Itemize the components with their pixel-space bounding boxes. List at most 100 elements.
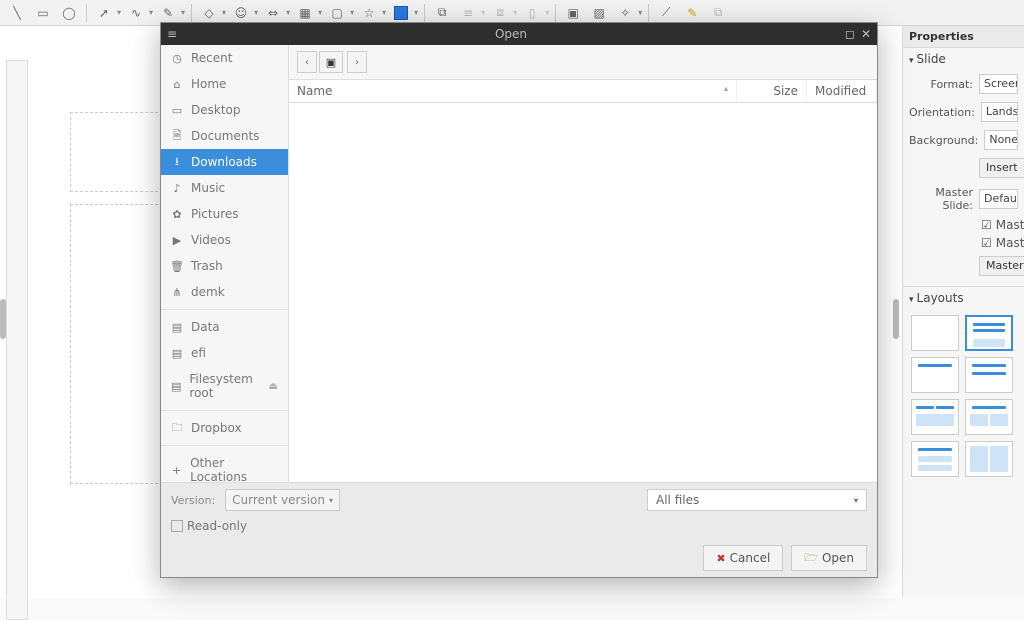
- version-label: Version:: [171, 494, 215, 507]
- sidebar-item-label: Other Locations: [190, 456, 278, 482]
- pictures-icon: ✿: [171, 208, 183, 220]
- open-button[interactable]: 🗁Open: [791, 545, 867, 571]
- insert-image-button[interactable]: Insert: [979, 158, 1024, 178]
- layout-3row[interactable]: [911, 441, 959, 477]
- toolbar-extrude-icon[interactable]: ▣: [562, 2, 584, 24]
- toolbar-ext-icon[interactable]: ⧉: [707, 2, 729, 24]
- master-slide-select[interactable]: Default: [979, 189, 1018, 209]
- dialog-bottom-bar: Version: Current version▾ All files▾ Rea…: [161, 482, 877, 577]
- toolbar-shadow-icon[interactable]: ▨: [588, 2, 610, 24]
- efi-icon: ▤: [171, 347, 183, 359]
- layout-2col-b[interactable]: [965, 399, 1013, 435]
- toolbar-callout-icon[interactable]: ▢: [326, 2, 348, 24]
- toolbar-table-icon[interactable]: ▦: [294, 2, 316, 24]
- sidebar-item-label: Filesystem root: [189, 372, 260, 400]
- sidebar-item-label: Data: [191, 320, 220, 334]
- toolbar-crop-icon[interactable]: ⧉: [431, 2, 453, 24]
- sidebar-item-recent[interactable]: ◷Recent: [161, 45, 288, 71]
- sidebar-item-videos[interactable]: ▶Videos: [161, 227, 288, 253]
- master-bg-checkbox[interactable]: ☑Master: [903, 216, 1024, 234]
- layout-2col[interactable]: [911, 399, 959, 435]
- dialog-titlebar[interactable]: ≡ Open ◻ ✕: [161, 23, 877, 45]
- sidebar-item-demk[interactable]: ⋔demk: [161, 279, 288, 305]
- layout-split[interactable]: [965, 441, 1013, 477]
- layout-title-content[interactable]: [965, 315, 1013, 351]
- version-select[interactable]: Current version▾: [225, 489, 340, 511]
- file-list-header[interactable]: Name Size Modified: [289, 80, 877, 103]
- toolbar-rect-icon[interactable]: ▭: [32, 2, 54, 24]
- master-slide-button[interactable]: Master: [979, 256, 1024, 276]
- path-home-icon[interactable]: ▣: [319, 51, 343, 73]
- sidebar-item-filesystem-root[interactable]: ▤ Filesystem root ⏏: [161, 366, 288, 406]
- sidebar-item-trash[interactable]: 🗑Trash: [161, 253, 288, 279]
- toolbar-curve-icon[interactable]: ∿: [125, 2, 147, 24]
- sidebar-item-documents[interactable]: 🗎Documents: [161, 123, 288, 149]
- sidebar-item-label: Downloads: [191, 155, 257, 169]
- open-file-dialog: ≡ Open ◻ ✕ ◷Recent ⌂ Home ▭ Desktop 🗎Document…: [160, 22, 878, 578]
- toolbar-smiley-icon[interactable]: ☺: [230, 2, 252, 24]
- sidebar-item-music[interactable]: ♪Music: [161, 175, 288, 201]
- layouts-grid: [903, 309, 1024, 483]
- toolbar-gluepoints-icon[interactable]: ⟋: [655, 2, 677, 24]
- dialog-maximize-icon[interactable]: ◻: [845, 27, 855, 41]
- dropbox-icon: 🗀: [171, 422, 183, 434]
- toolbar-freeform-icon[interactable]: ✎: [157, 2, 179, 24]
- orientation-label: Orientation:: [909, 106, 975, 119]
- toolbar-arrange-icon[interactable]: ▯: [521, 2, 543, 24]
- eject-icon[interactable]: ⏏: [269, 381, 278, 392]
- toolbar-diamond-icon[interactable]: ◇: [198, 2, 220, 24]
- path-forward-button[interactable]: ›: [347, 51, 367, 73]
- right-scroll-handle[interactable]: [893, 299, 899, 339]
- sidebar-item-desktop[interactable]: ▭ Desktop: [161, 97, 288, 123]
- toolbar-line-icon[interactable]: ╲: [6, 2, 28, 24]
- toolbar-arrow-icon[interactable]: ➚: [93, 2, 115, 24]
- cancel-button[interactable]: ✖Cancel: [703, 545, 783, 571]
- sidebar-item-pictures[interactable]: ✿Pictures: [161, 201, 288, 227]
- layout-title-only[interactable]: [911, 357, 959, 393]
- toolbar-group-icon[interactable]: ⧈: [489, 2, 511, 24]
- column-size[interactable]: Size: [737, 80, 807, 102]
- music-icon: ♪: [171, 182, 183, 194]
- sidebar-item-dropbox[interactable]: 🗀Dropbox: [161, 415, 288, 441]
- sidebar-item-home[interactable]: ⌂ Home: [161, 71, 288, 97]
- format-select[interactable]: Screen: [979, 74, 1018, 94]
- file-filter-select[interactable]: All files▾: [647, 489, 867, 511]
- toolbar-connector-icon[interactable]: ⇔: [262, 2, 284, 24]
- layout-blank[interactable]: [911, 315, 959, 351]
- sidebar-item-label: Home: [191, 77, 226, 91]
- places-sidebar: ◷Recent ⌂ Home ▭ Desktop 🗎Documents⭳Downloads…: [161, 45, 289, 482]
- toolbar-star-icon[interactable]: ☆: [358, 2, 380, 24]
- layout-title-2[interactable]: [965, 357, 1013, 393]
- orientation-select[interactable]: Landscape: [981, 102, 1018, 122]
- slide-section-header[interactable]: Slide: [903, 48, 1024, 70]
- sidebar-item-efi[interactable]: ▤efi: [161, 340, 288, 366]
- path-bar: ‹ ▣ ›: [289, 45, 877, 80]
- column-modified[interactable]: Modified: [807, 80, 877, 102]
- dialog-menu-icon[interactable]: ≡: [167, 27, 177, 41]
- sidebar-item-label: Desktop: [191, 103, 241, 117]
- toolbar-align-icon[interactable]: ≡: [457, 2, 479, 24]
- other-locations-icon: +: [171, 464, 182, 476]
- background-select[interactable]: None: [984, 130, 1018, 150]
- background-label: Background:: [909, 134, 978, 147]
- toolbar-highlight-icon[interactable]: ✎: [681, 2, 703, 24]
- sidebar-item-other-locations[interactable]: + Other Locations: [161, 450, 288, 482]
- toolbar-color-swatch[interactable]: [390, 2, 412, 24]
- slide-panel-thumb: [6, 60, 28, 620]
- left-scroll-handle[interactable]: [0, 299, 6, 339]
- path-back-button[interactable]: ‹: [297, 51, 317, 73]
- layouts-section-header[interactable]: Layouts: [903, 286, 1024, 309]
- toolbar-fontwork-icon[interactable]: ✧: [614, 2, 636, 24]
- master-objects-checkbox[interactable]: ☑Master: [903, 234, 1024, 252]
- column-name[interactable]: Name: [289, 80, 737, 102]
- file-list: Name Size Modified: [289, 80, 877, 482]
- filesystem-root-icon: ▤: [171, 380, 181, 392]
- home-icon: ⌂: [171, 78, 183, 90]
- sidebar-item-label: Trash: [191, 259, 223, 273]
- readonly-checkbox[interactable]: Read-only: [171, 519, 247, 533]
- dialog-close-icon[interactable]: ✕: [861, 27, 871, 41]
- sidebar-item-data[interactable]: ▤Data: [161, 314, 288, 340]
- desktop-icon: ▭: [171, 104, 183, 116]
- toolbar-ellipse-icon[interactable]: ◯: [58, 2, 80, 24]
- sidebar-item-downloads[interactable]: ⭳Downloads: [161, 149, 288, 175]
